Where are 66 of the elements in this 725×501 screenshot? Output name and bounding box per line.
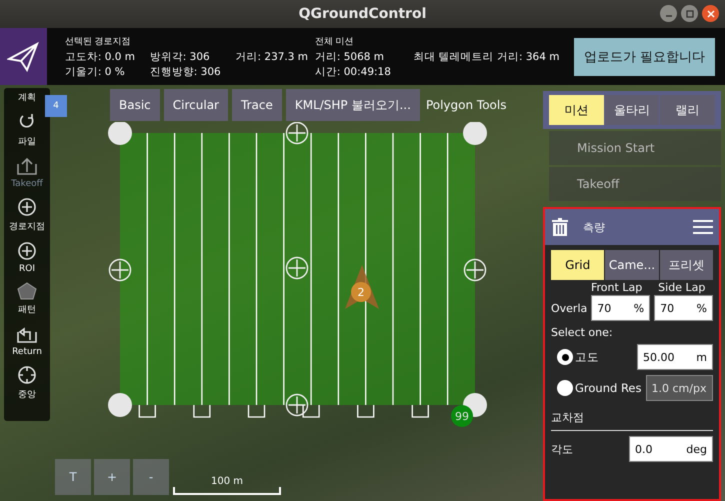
count-badge: 4 <box>45 95 67 117</box>
stat-text: 진행방향: 306 <box>150 64 222 78</box>
window-title: QGroundControl <box>298 6 426 22</box>
stat-text: 최대 텔레메트리 거리: 364 m <box>413 50 560 64</box>
app-logo[interactable] <box>0 28 47 85</box>
polygon-tools-label: Polygon Tools <box>426 98 506 112</box>
plan-header: 계획 <box>18 92 36 104</box>
tool-button[interactable]: Return <box>12 324 42 357</box>
upload-arrow-icon <box>16 156 38 176</box>
mission-tab[interactable]: 울타리 <box>604 95 660 125</box>
stat-text: 기울기: 0 % <box>64 64 126 78</box>
close-icon <box>706 10 714 18</box>
survey-tab[interactable]: 프리셋 <box>660 250 713 280</box>
stat-text: 거리: 5068 m <box>314 50 386 64</box>
plus-circle-icon <box>16 197 38 217</box>
section-header: 선텍된 경로지점 <box>64 36 132 48</box>
tool-button[interactable]: 중앙 <box>16 365 38 401</box>
side-lap-field[interactable]: 70 % <box>654 295 713 321</box>
mission-tab[interactable]: 미션 <box>549 95 604 125</box>
satellite-map[interactable] <box>0 85 725 501</box>
survey-title: 측량 <box>583 220 605 234</box>
polygon-tool-button[interactable]: Basic <box>110 89 160 121</box>
trash-icon[interactable] <box>551 218 569 236</box>
pentagon-icon <box>17 282 37 300</box>
polygon-tool-button[interactable]: KML/SHP 불러오기... <box>286 89 420 121</box>
stat-text: 방위각: 306 <box>150 50 211 64</box>
section-header: 전체 미션 <box>314 36 355 48</box>
tool-button[interactable]: 파일 <box>16 112 38 148</box>
stat-text: 거리: 237.3 m <box>236 50 310 64</box>
section-label: 교차점 <box>551 410 585 425</box>
survey-polygon-drawing[interactable] <box>108 122 487 419</box>
paper-plane-icon <box>7 40 40 72</box>
column-label: Side Lap <box>658 281 706 294</box>
stat-text: 고도차: 0.0 m <box>64 50 136 64</box>
angle-label: 각도 <box>551 442 573 456</box>
map-tool-button[interactable]: T <box>55 459 91 495</box>
waypoint-marker[interactable]: 99 <box>451 405 473 427</box>
polygon-tool-button[interactable]: Circular <box>164 89 228 121</box>
map-tool-button[interactable]: + <box>94 459 130 495</box>
maximize-button[interactable] <box>681 5 698 22</box>
front-lap-field[interactable]: 70 % <box>591 295 650 321</box>
radio-button[interactable]: 고도 <box>551 349 599 365</box>
survey-tab[interactable]: Came... <box>605 250 659 280</box>
tool-button[interactable]: 경로지점 <box>9 197 45 233</box>
stat-text: 시간: 00:49:18 <box>314 64 392 78</box>
upload-button[interactable]: 업로드가 필요합니다 <box>574 38 715 76</box>
crosshair-icon <box>16 365 38 385</box>
tool-button[interactable]: 패턴 <box>17 282 37 316</box>
maximize-icon <box>686 10 694 18</box>
polygon-tool-button[interactable]: Trace <box>232 89 282 121</box>
minimize-button[interactable] <box>660 5 677 22</box>
mission-item[interactable]: Takeoff <box>549 167 721 201</box>
scale-label: 100 m <box>210 476 243 487</box>
map-tool-button[interactable]: - <box>133 459 169 495</box>
mission-tab[interactable]: 랠리 <box>660 95 716 125</box>
select-label: Select one: <box>551 326 614 339</box>
value-field[interactable]: 50.00 m <box>637 344 713 370</box>
close-button[interactable] <box>702 5 719 22</box>
column-label: Front Lap <box>591 281 642 294</box>
survey-tab[interactable]: Grid <box>551 250 604 280</box>
angle-field[interactable]: 0.0 deg <box>629 436 713 462</box>
tool-button[interactable]: ROI <box>16 241 38 274</box>
menu-icon[interactable] <box>693 220 713 234</box>
plus-circle-icon <box>16 241 38 261</box>
mission-item[interactable]: Mission Start <box>549 131 721 165</box>
overlap-label: Overla <box>551 302 588 314</box>
